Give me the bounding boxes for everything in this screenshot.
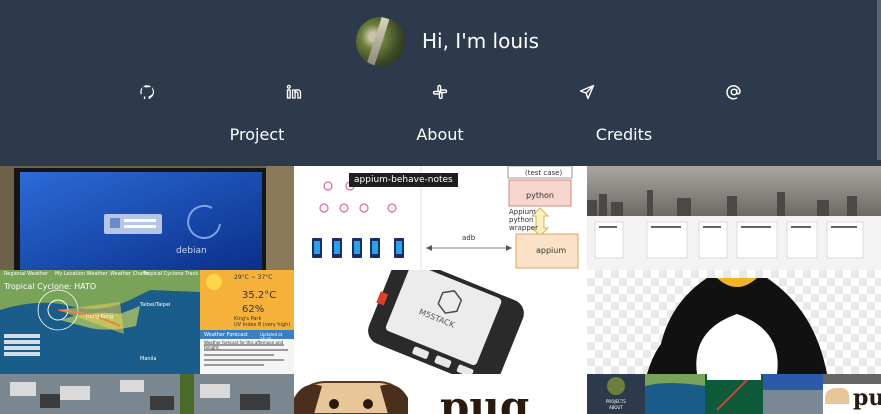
project-tile-m5stack[interactable]: M5STACK: [294, 270, 587, 374]
scrollbar[interactable]: [877, 0, 881, 160]
city-page-image: [587, 166, 881, 270]
weather-tab-2: My Location Weather: [55, 271, 108, 277]
traffic-image: [0, 374, 294, 414]
temperature: 35.2°C: [242, 290, 277, 301]
test-case-label: (test case): [525, 169, 563, 177]
tux-image: [647, 278, 827, 374]
profile: Hi, I'm louis: [356, 16, 539, 66]
github-icon[interactable]: [135, 80, 159, 104]
pug-title: pug: [440, 382, 530, 414]
project-tile-debian[interactable]: debian: [0, 166, 294, 270]
forecast-text: Weather forecast for this afternoon and …: [204, 340, 284, 350]
python-label: python: [526, 191, 554, 200]
project-tile-traffic[interactable]: [0, 374, 294, 414]
project-tile-collage[interactable]: PROJECTS ABOUT pu: [587, 374, 881, 414]
adb-label: adb: [462, 234, 476, 242]
linkedin-icon[interactable]: [282, 80, 306, 104]
social-links: [0, 80, 881, 104]
main-nav: Project About Credits: [0, 125, 881, 149]
debian-screen-image: [0, 166, 294, 270]
uv-index: UV Index 8 (very high): [234, 322, 291, 328]
avatar[interactable]: [356, 16, 405, 66]
nav-credits[interactable]: Credits: [596, 125, 652, 144]
weather-tab-4: Tropical Cyclone Track: [143, 271, 199, 277]
forecast-title: Weather Forecast: [204, 332, 248, 338]
project-tile-weather[interactable]: Regional Weather My Location Weather Wea…: [0, 270, 294, 374]
nav-project[interactable]: Project: [230, 125, 285, 144]
collage-caption-1: PROJECTS: [606, 399, 626, 404]
site-header: Hi, I'm louis Project About Credits: [0, 0, 881, 166]
cyclone-title: Tropical Cyclone: HATO: [4, 282, 97, 291]
greeting: Hi, I'm louis: [422, 29, 539, 53]
weather-tab-1: Regional Weather: [4, 271, 49, 277]
map-place-manila: Manila: [140, 356, 157, 362]
collage-caption-2: ABOUT: [609, 405, 623, 410]
at-icon[interactable]: [722, 80, 746, 104]
collage-pug-text: pu: [853, 385, 881, 411]
send-icon[interactable]: [575, 80, 599, 104]
project-tile-tux[interactable]: [587, 270, 881, 374]
slack-icon[interactable]: [428, 80, 452, 104]
nav-about[interactable]: About: [416, 125, 463, 144]
map-place-taipei: Taibei/Taipei: [140, 302, 171, 308]
debian-brand: debian: [176, 246, 207, 256]
temp-range: 29°C ~ 37°C: [234, 274, 273, 281]
map-place-hongkong: Hong Kong: [86, 314, 114, 320]
project-tile-pug[interactable]: pug: [294, 374, 587, 414]
tile-tooltip: appium-behave-notes: [349, 173, 458, 187]
appium-label: appium: [536, 246, 567, 255]
wrapper-label: Appium python wrapper: [509, 208, 538, 232]
collage-image: [587, 374, 881, 414]
project-tile-city-page[interactable]: [587, 166, 881, 270]
humidity: 62%: [242, 304, 265, 315]
